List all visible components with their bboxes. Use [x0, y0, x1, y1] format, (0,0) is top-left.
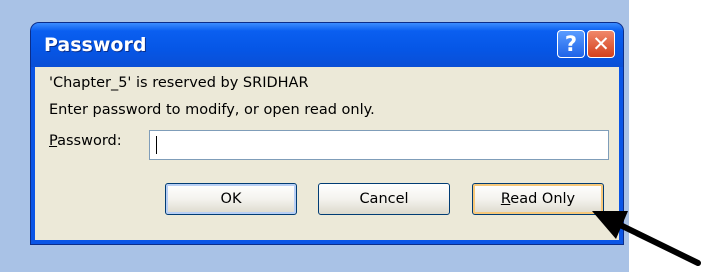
password-label-access-key: P — [49, 133, 58, 149]
password-input[interactable] — [149, 130, 609, 160]
close-icon: ✕ — [592, 32, 610, 56]
password-label-text: assword: — [57, 133, 122, 149]
read-only-access-key: R — [500, 191, 511, 207]
read-only-label: ead Only — [510, 191, 576, 207]
dialog-body: 'Chapter_5' is reserved by SRIDHAR Enter… — [35, 67, 619, 240]
arrow-pointer-icon — [592, 211, 701, 266]
read-only-button[interactable]: Read Only — [472, 183, 604, 215]
cancel-button[interactable]: Cancel — [318, 183, 450, 215]
password-label: Password: — [49, 133, 122, 149]
ok-button[interactable]: OK — [165, 183, 297, 215]
help-button[interactable]: ? — [557, 30, 585, 58]
dialog-title: Password — [44, 34, 147, 56]
title-bar: Password ? ✕ — [31, 23, 623, 67]
reserved-message: 'Chapter_5' is reserved by SRIDHAR — [49, 75, 309, 91]
password-dialog: Password ? ✕ 'Chapter_5' is reserved by … — [31, 23, 623, 244]
text-caret — [156, 136, 157, 154]
help-icon: ? — [564, 32, 578, 56]
instruction-message: Enter password to modify, or open read o… — [49, 102, 375, 118]
close-button[interactable]: ✕ — [587, 30, 615, 58]
